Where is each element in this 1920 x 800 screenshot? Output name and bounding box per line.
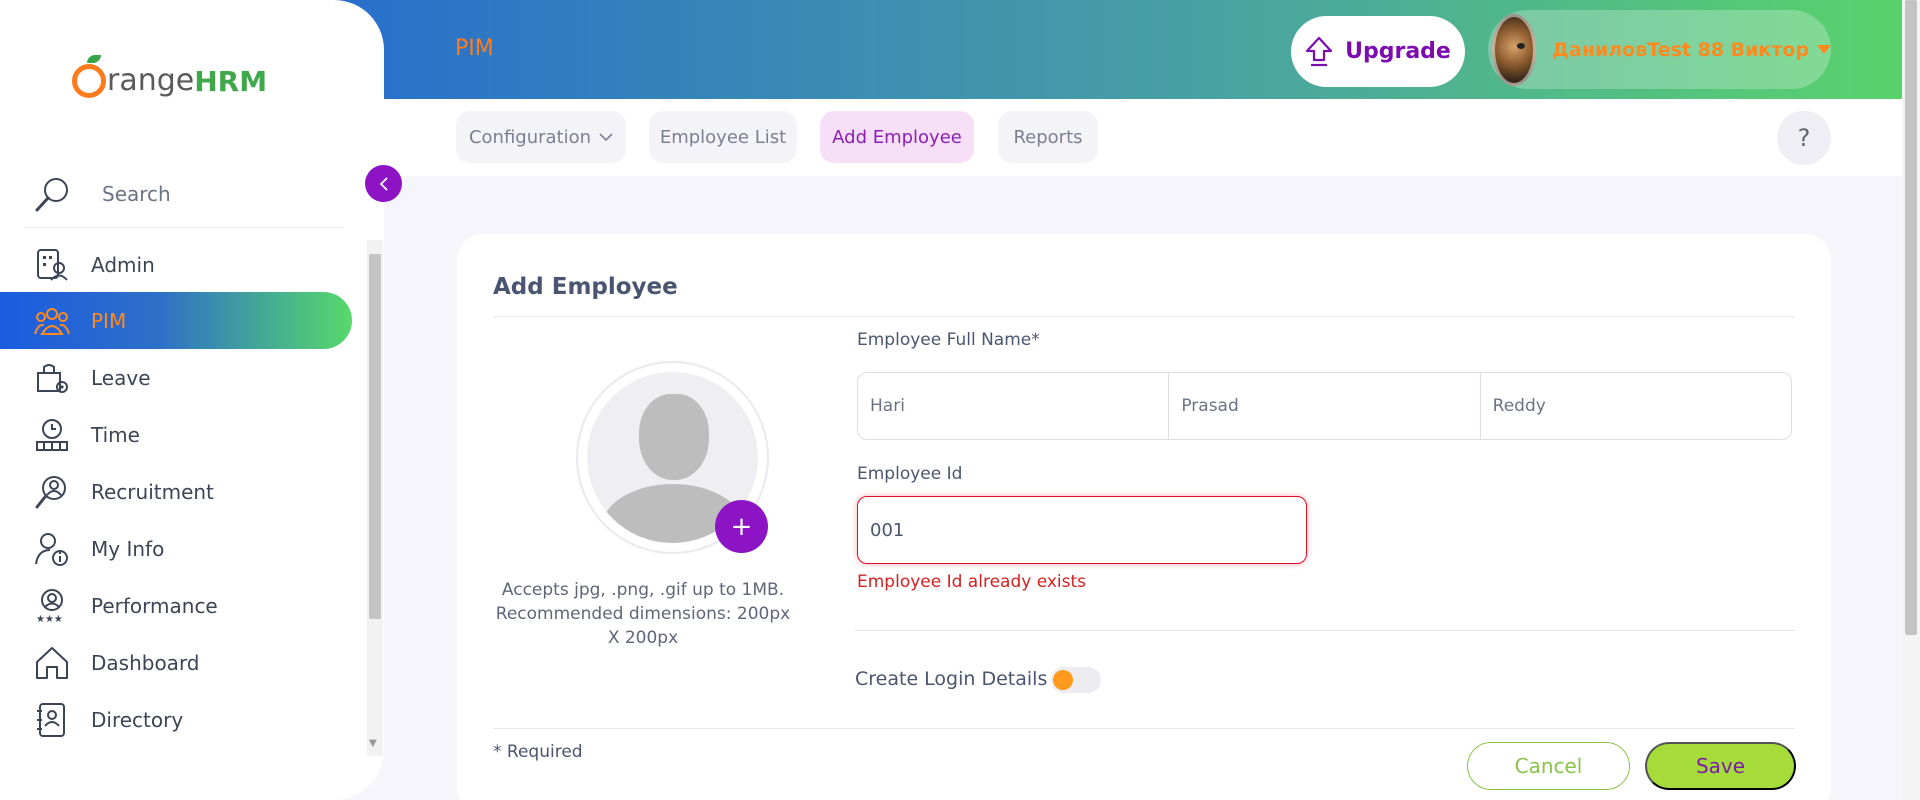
performance-icon: ★★★	[33, 587, 71, 625]
upgrade-button[interactable]: Upgrade	[1291, 16, 1465, 87]
page-scrollbar-thumb[interactable]	[1905, 0, 1917, 635]
sidebar-item-admin[interactable]: Admin	[0, 236, 352, 293]
toggle-knob	[1053, 670, 1073, 690]
sidebar-item-time[interactable]: Time	[0, 406, 352, 463]
tab-add-employee[interactable]: Add Employee	[820, 111, 974, 163]
sidebar-item-label: Directory	[91, 707, 184, 732]
chevron-down-icon	[599, 133, 613, 142]
sidebar-item-label: Recruitment	[91, 479, 214, 504]
caret-down-icon	[1817, 45, 1831, 54]
page-title: PIM	[455, 36, 494, 61]
sidebar-item-directory[interactable]: Directory	[0, 691, 352, 748]
employee-id-label: Employee Id	[857, 464, 963, 484]
sidebar-item-label: Dashboard	[91, 650, 200, 675]
help-button[interactable]: ?	[1777, 111, 1831, 165]
user-dropdown[interactable]: ДаниловTest 88 Виктор	[1488, 10, 1831, 89]
divider	[493, 316, 1795, 317]
recruitment-icon	[33, 473, 71, 511]
middle-name-field[interactable]: Prasad	[1169, 373, 1481, 439]
logo-hrm: HRM	[194, 65, 268, 98]
divider	[855, 630, 1795, 631]
sidebar-collapse-button[interactable]	[365, 165, 402, 202]
sidebar-item-label: PIM	[91, 308, 127, 333]
divider	[493, 728, 1795, 729]
upload-arrow-icon	[1306, 36, 1333, 66]
tab-employee-list-label: Employee List	[659, 126, 787, 148]
sidebar-item-recruitment[interactable]: Recruitment	[0, 463, 352, 520]
top-navigation: Configuration Employee List Add Employee…	[384, 99, 1920, 176]
full-name-label: Employee Full Name*	[857, 330, 1040, 350]
pim-icon	[33, 302, 71, 340]
sidebar-item-my-info[interactable]: My Info	[0, 520, 352, 577]
tab-configuration[interactable]: Configuration	[456, 111, 626, 163]
sidebar-item-pim[interactable]: PIM	[0, 292, 352, 349]
orange-logo-icon	[72, 55, 106, 98]
sidebar-scrollbar-thumb[interactable]	[369, 254, 381, 619]
sidebar-item-label: Admin	[91, 252, 155, 277]
tab-reports[interactable]: Reports	[998, 111, 1098, 163]
first-name-field[interactable]: Hari	[858, 373, 1170, 439]
plus-icon: +	[730, 511, 753, 542]
photo-hint: Accepts jpg, .png, .gif up to 1MB. Recom…	[495, 580, 791, 648]
full-name-fields: Hari Prasad Reddy	[857, 372, 1792, 440]
form-title: Add Employee	[493, 274, 678, 300]
orangehrm-logo: range HRM	[72, 46, 267, 98]
tab-add-employee-label: Add Employee	[832, 126, 962, 148]
add-employee-card: Add Employee + Accepts jpg, .png, .gif u…	[457, 234, 1831, 800]
my-info-icon	[33, 530, 71, 568]
dashboard-icon	[33, 644, 71, 682]
user-name: ДаниловTest 88 Виктор	[1552, 38, 1809, 61]
last-name-field[interactable]: Reddy	[1481, 373, 1791, 439]
cancel-button[interactable]: Cancel	[1467, 742, 1630, 790]
tab-reports-label: Reports	[1013, 126, 1083, 148]
sidebar-item-performance[interactable]: ★★★ Performance	[0, 577, 352, 634]
sidebar-item-label: Performance	[91, 593, 218, 618]
required-note: * Required	[493, 742, 583, 762]
search-icon	[35, 177, 68, 211]
sidebar-item-label: Leave	[91, 365, 151, 390]
create-login-label: Create Login Details	[855, 668, 1048, 690]
employee-id-error: Employee Id already exists	[857, 572, 1087, 592]
create-login-toggle[interactable]	[1051, 667, 1101, 693]
leave-icon	[33, 359, 71, 397]
sidebar-item-label: Time	[91, 422, 140, 447]
logo-text: range	[107, 63, 195, 98]
svg-text:★★★: ★★★	[36, 614, 63, 624]
sidebar-item-dashboard[interactable]: Dashboard	[0, 634, 352, 691]
directory-icon	[33, 701, 71, 739]
add-photo-button[interactable]: +	[715, 500, 768, 553]
tab-employee-list[interactable]: Employee List	[649, 111, 797, 163]
upgrade-label: Upgrade	[1345, 39, 1451, 64]
scroll-down-arrow-icon[interactable]: ▼	[369, 738, 377, 749]
sidebar-item-leave[interactable]: Leave	[0, 349, 352, 406]
search-label: Search	[102, 181, 171, 206]
admin-icon	[33, 246, 71, 284]
sidebar-search[interactable]: Search	[24, 160, 344, 228]
employee-id-input[interactable]	[857, 496, 1307, 564]
sidebar-item-label: My Info	[91, 536, 165, 561]
time-icon	[33, 416, 71, 454]
avatar	[1492, 13, 1537, 86]
tab-configuration-label: Configuration	[468, 126, 592, 148]
sidebar: range HRM Search Admin PIM Leave Time Re…	[0, 0, 384, 800]
chevron-left-icon	[379, 176, 388, 191]
person-head-icon	[639, 394, 709, 480]
save-button[interactable]: Save	[1645, 742, 1796, 790]
